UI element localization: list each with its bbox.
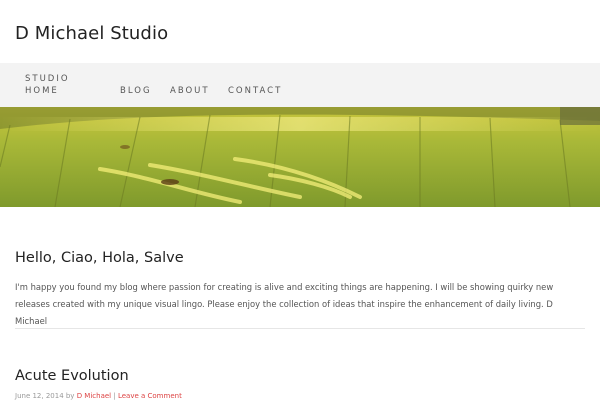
post-hello: Hello, Ciao, Hola, Salve I'm happy you f… [15,250,585,338]
nav-item-studio-home[interactable]: STUDIO HOME [25,73,85,97]
post-acute-evolution: Acute Evolution June 12, 2014 by D Micha… [15,368,585,400]
banana-leaf-image [0,107,600,207]
post-body: I'm happy you found my blog where passio… [15,282,554,326]
nav-item-contact[interactable]: CONTACT [228,85,282,97]
post-title[interactable]: Acute Evolution [15,368,585,384]
site-title[interactable]: D Michael Studio [15,23,168,44]
meta-separator: | [113,392,116,400]
site-header: D Michael Studio [0,0,600,63]
main-navigation: STUDIO HOME BLOG ABOUT CONTACT [0,63,600,107]
post-divider [15,328,585,329]
nav-item-blog[interactable]: BLOG [120,85,152,97]
nav-item-about[interactable]: ABOUT [170,85,210,97]
post-meta: June 12, 2014 by D Michael | Leave a Com… [15,392,585,400]
comment-link[interactable]: Leave a Comment [118,392,182,400]
post-title[interactable]: Hello, Ciao, Hola, Salve [15,250,585,266]
post-date: June 12, 2014 by [15,392,75,400]
hero-banner-image [0,107,600,207]
author-link[interactable]: D Michael [77,392,111,400]
